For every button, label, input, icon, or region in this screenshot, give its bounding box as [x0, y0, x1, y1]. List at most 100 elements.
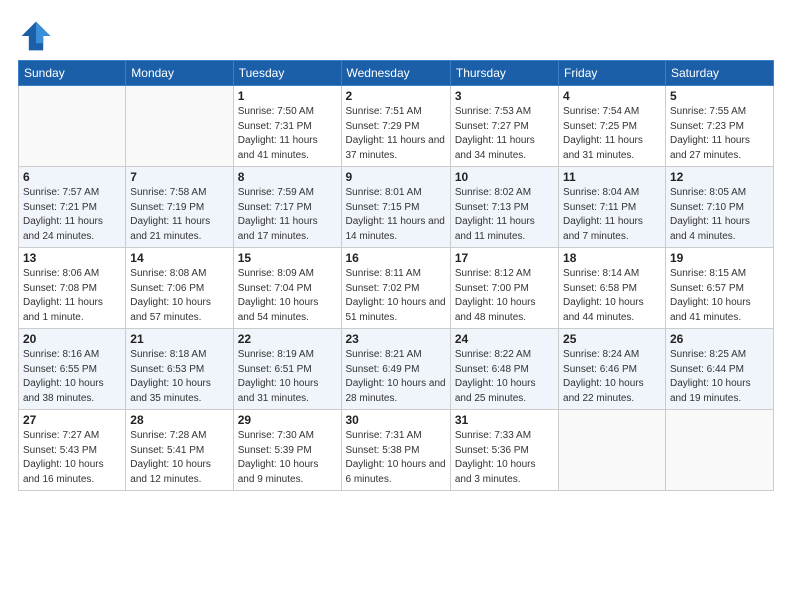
calendar-cell: 3 Sunrise: 7:53 AM Sunset: 7:27 PM Daylig…: [450, 86, 558, 167]
calendar-week-row: 13 Sunrise: 8:06 AM Sunset: 7:08 PM Dayli…: [19, 248, 774, 329]
calendar-week-row: 1Sunrise: 7:50 AM Sunset: 7:31 PM Daylig…: [19, 86, 774, 167]
calendar-cell: 2 Sunrise: 7:51 AM Sunset: 7:29 PM Daylig…: [341, 86, 450, 167]
day-of-week-header: Saturday: [665, 61, 773, 86]
calendar-week-row: 6 Sunrise: 7:57 AM Sunset: 7:21 PM Daylig…: [19, 167, 774, 248]
day-of-week-header: Wednesday: [341, 61, 450, 86]
calendar-table: SundayMondayTuesdayWednesdayThursdayFrid…: [18, 60, 774, 491]
day-info: Sunrise: 8:05 AM Sunset: 7:10 PM Dayligh…: [670, 186, 769, 244]
calendar-cell: 29 Sunrise: 7:30 AM Sunset: 5:39 PM Dayli…: [233, 410, 341, 491]
day-info: Sunrise: 7:58 AM Sunset: 7:19 PM Dayligh…: [130, 186, 228, 244]
day-number: 14: [130, 251, 228, 265]
calendar-cell: 11 Sunrise: 8:04 AM Sunset: 7:11 PM Dayli…: [559, 167, 666, 248]
day-number: 24: [455, 332, 554, 346]
day-number: 8: [238, 170, 337, 184]
day-info: Sunrise: 7:30 AM Sunset: 5:39 PM Dayligh…: [238, 429, 337, 487]
day-number: 9: [346, 170, 446, 184]
day-info: Sunrise: 8:08 AM Sunset: 7:06 PM Dayligh…: [130, 267, 228, 325]
day-of-week-header: Tuesday: [233, 61, 341, 86]
calendar-cell: 13 Sunrise: 8:06 AM Sunset: 7:08 PM Dayli…: [19, 248, 126, 329]
day-number: 27: [23, 413, 121, 427]
day-info: Sunrise: 7:33 AM Sunset: 5:36 PM Dayligh…: [455, 429, 554, 487]
day-number: 15: [238, 251, 337, 265]
day-of-week-header: Monday: [126, 61, 233, 86]
day-number: 11: [563, 170, 661, 184]
day-info: Sunrise: 8:19 AM Sunset: 6:51 PM Dayligh…: [238, 348, 337, 406]
calendar-week-row: 20 Sunrise: 8:16 AM Sunset: 6:55 PM Dayli…: [19, 329, 774, 410]
day-number: 23: [346, 332, 446, 346]
day-info: Sunrise: 8:21 AM Sunset: 6:49 PM Dayligh…: [346, 348, 446, 406]
calendar-cell: 4Sunrise: 7:54 AM Sunset: 7:25 PM Daylig…: [559, 86, 666, 167]
day-info: Sunrise: 8:02 AM Sunset: 7:13 PM Dayligh…: [455, 186, 554, 244]
day-info: Sunrise: 7:53 AM Sunset: 7:27 PM Dayligh…: [455, 105, 554, 163]
calendar-cell: [665, 410, 773, 491]
day-info: Sunrise: 7:57 AM Sunset: 7:21 PM Dayligh…: [23, 186, 121, 244]
day-of-week-header: Sunday: [19, 61, 126, 86]
calendar-cell: 31Sunrise: 7:33 AM Sunset: 5:36 PM Dayli…: [450, 410, 558, 491]
calendar-cell: 20 Sunrise: 8:16 AM Sunset: 6:55 PM Dayli…: [19, 329, 126, 410]
day-number: 28: [130, 413, 228, 427]
calendar-cell: [559, 410, 666, 491]
day-number: 19: [670, 251, 769, 265]
calendar-cell: 7Sunrise: 7:58 AM Sunset: 7:19 PM Daylig…: [126, 167, 233, 248]
calendar-cell: 10 Sunrise: 8:02 AM Sunset: 7:13 PM Dayli…: [450, 167, 558, 248]
calendar-cell: 15 Sunrise: 8:09 AM Sunset: 7:04 PM Dayli…: [233, 248, 341, 329]
day-info: Sunrise: 7:54 AM Sunset: 7:25 PM Dayligh…: [563, 105, 661, 163]
calendar-cell: 5Sunrise: 7:55 AM Sunset: 7:23 PM Daylig…: [665, 86, 773, 167]
calendar-cell: 9 Sunrise: 8:01 AM Sunset: 7:15 PM Daylig…: [341, 167, 450, 248]
day-info: Sunrise: 8:14 AM Sunset: 6:58 PM Dayligh…: [563, 267, 661, 325]
day-number: 29: [238, 413, 337, 427]
day-info: Sunrise: 8:12 AM Sunset: 7:00 PM Dayligh…: [455, 267, 554, 325]
calendar-cell: 22 Sunrise: 8:19 AM Sunset: 6:51 PM Dayli…: [233, 329, 341, 410]
day-number: 16: [346, 251, 446, 265]
day-info: Sunrise: 8:11 AM Sunset: 7:02 PM Dayligh…: [346, 267, 446, 325]
calendar-cell: 8 Sunrise: 7:59 AM Sunset: 7:17 PM Daylig…: [233, 167, 341, 248]
calendar-cell: 25 Sunrise: 8:24 AM Sunset: 6:46 PM Dayli…: [559, 329, 666, 410]
calendar-cell: 24Sunrise: 8:22 AM Sunset: 6:48 PM Dayli…: [450, 329, 558, 410]
day-number: 2: [346, 89, 446, 103]
day-number: 25: [563, 332, 661, 346]
day-number: 17: [455, 251, 554, 265]
calendar-cell: [126, 86, 233, 167]
calendar-cell: 18 Sunrise: 8:14 AM Sunset: 6:58 PM Dayli…: [559, 248, 666, 329]
day-number: 13: [23, 251, 121, 265]
calendar-week-row: 27Sunrise: 7:27 AM Sunset: 5:43 PM Dayli…: [19, 410, 774, 491]
day-number: 10: [455, 170, 554, 184]
calendar-cell: 6 Sunrise: 7:57 AM Sunset: 7:21 PM Daylig…: [19, 167, 126, 248]
day-info: Sunrise: 8:24 AM Sunset: 6:46 PM Dayligh…: [563, 348, 661, 406]
day-of-week-header: Friday: [559, 61, 666, 86]
day-number: 3: [455, 89, 554, 103]
day-info: Sunrise: 8:15 AM Sunset: 6:57 PM Dayligh…: [670, 267, 769, 325]
logo-icon: [18, 18, 54, 54]
day-number: 5: [670, 89, 769, 103]
day-number: 21: [130, 332, 228, 346]
day-number: 6: [23, 170, 121, 184]
day-info: Sunrise: 7:51 AM Sunset: 7:29 PM Dayligh…: [346, 105, 446, 163]
day-info: Sunrise: 7:50 AM Sunset: 7:31 PM Dayligh…: [238, 105, 337, 163]
calendar-cell: 12 Sunrise: 8:05 AM Sunset: 7:10 PM Dayli…: [665, 167, 773, 248]
day-number: 12: [670, 170, 769, 184]
day-info: Sunrise: 8:18 AM Sunset: 6:53 PM Dayligh…: [130, 348, 228, 406]
calendar-cell: 26Sunrise: 8:25 AM Sunset: 6:44 PM Dayli…: [665, 329, 773, 410]
day-info: Sunrise: 8:04 AM Sunset: 7:11 PM Dayligh…: [563, 186, 661, 244]
day-info: Sunrise: 7:59 AM Sunset: 7:17 PM Dayligh…: [238, 186, 337, 244]
day-of-week-header: Thursday: [450, 61, 558, 86]
day-info: Sunrise: 7:31 AM Sunset: 5:38 PM Dayligh…: [346, 429, 446, 487]
day-number: 18: [563, 251, 661, 265]
calendar-cell: 1Sunrise: 7:50 AM Sunset: 7:31 PM Daylig…: [233, 86, 341, 167]
day-info: Sunrise: 8:25 AM Sunset: 6:44 PM Dayligh…: [670, 348, 769, 406]
day-info: Sunrise: 8:09 AM Sunset: 7:04 PM Dayligh…: [238, 267, 337, 325]
day-info: Sunrise: 8:06 AM Sunset: 7:08 PM Dayligh…: [23, 267, 121, 325]
calendar-cell: 30Sunrise: 7:31 AM Sunset: 5:38 PM Dayli…: [341, 410, 450, 491]
calendar-cell: 19 Sunrise: 8:15 AM Sunset: 6:57 PM Dayli…: [665, 248, 773, 329]
day-info: Sunrise: 8:01 AM Sunset: 7:15 PM Dayligh…: [346, 186, 446, 244]
day-number: 22: [238, 332, 337, 346]
day-number: 20: [23, 332, 121, 346]
calendar-header-row: SundayMondayTuesdayWednesdayThursdayFrid…: [19, 61, 774, 86]
calendar-cell: 17 Sunrise: 8:12 AM Sunset: 7:00 PM Dayli…: [450, 248, 558, 329]
header: [18, 18, 774, 54]
calendar-cell: 14 Sunrise: 8:08 AM Sunset: 7:06 PM Dayli…: [126, 248, 233, 329]
calendar-cell: 28 Sunrise: 7:28 AM Sunset: 5:41 PM Dayli…: [126, 410, 233, 491]
day-info: Sunrise: 7:28 AM Sunset: 5:41 PM Dayligh…: [130, 429, 228, 487]
calendar-cell: 21 Sunrise: 8:18 AM Sunset: 6:53 PM Dayli…: [126, 329, 233, 410]
day-info: Sunrise: 8:16 AM Sunset: 6:55 PM Dayligh…: [23, 348, 121, 406]
